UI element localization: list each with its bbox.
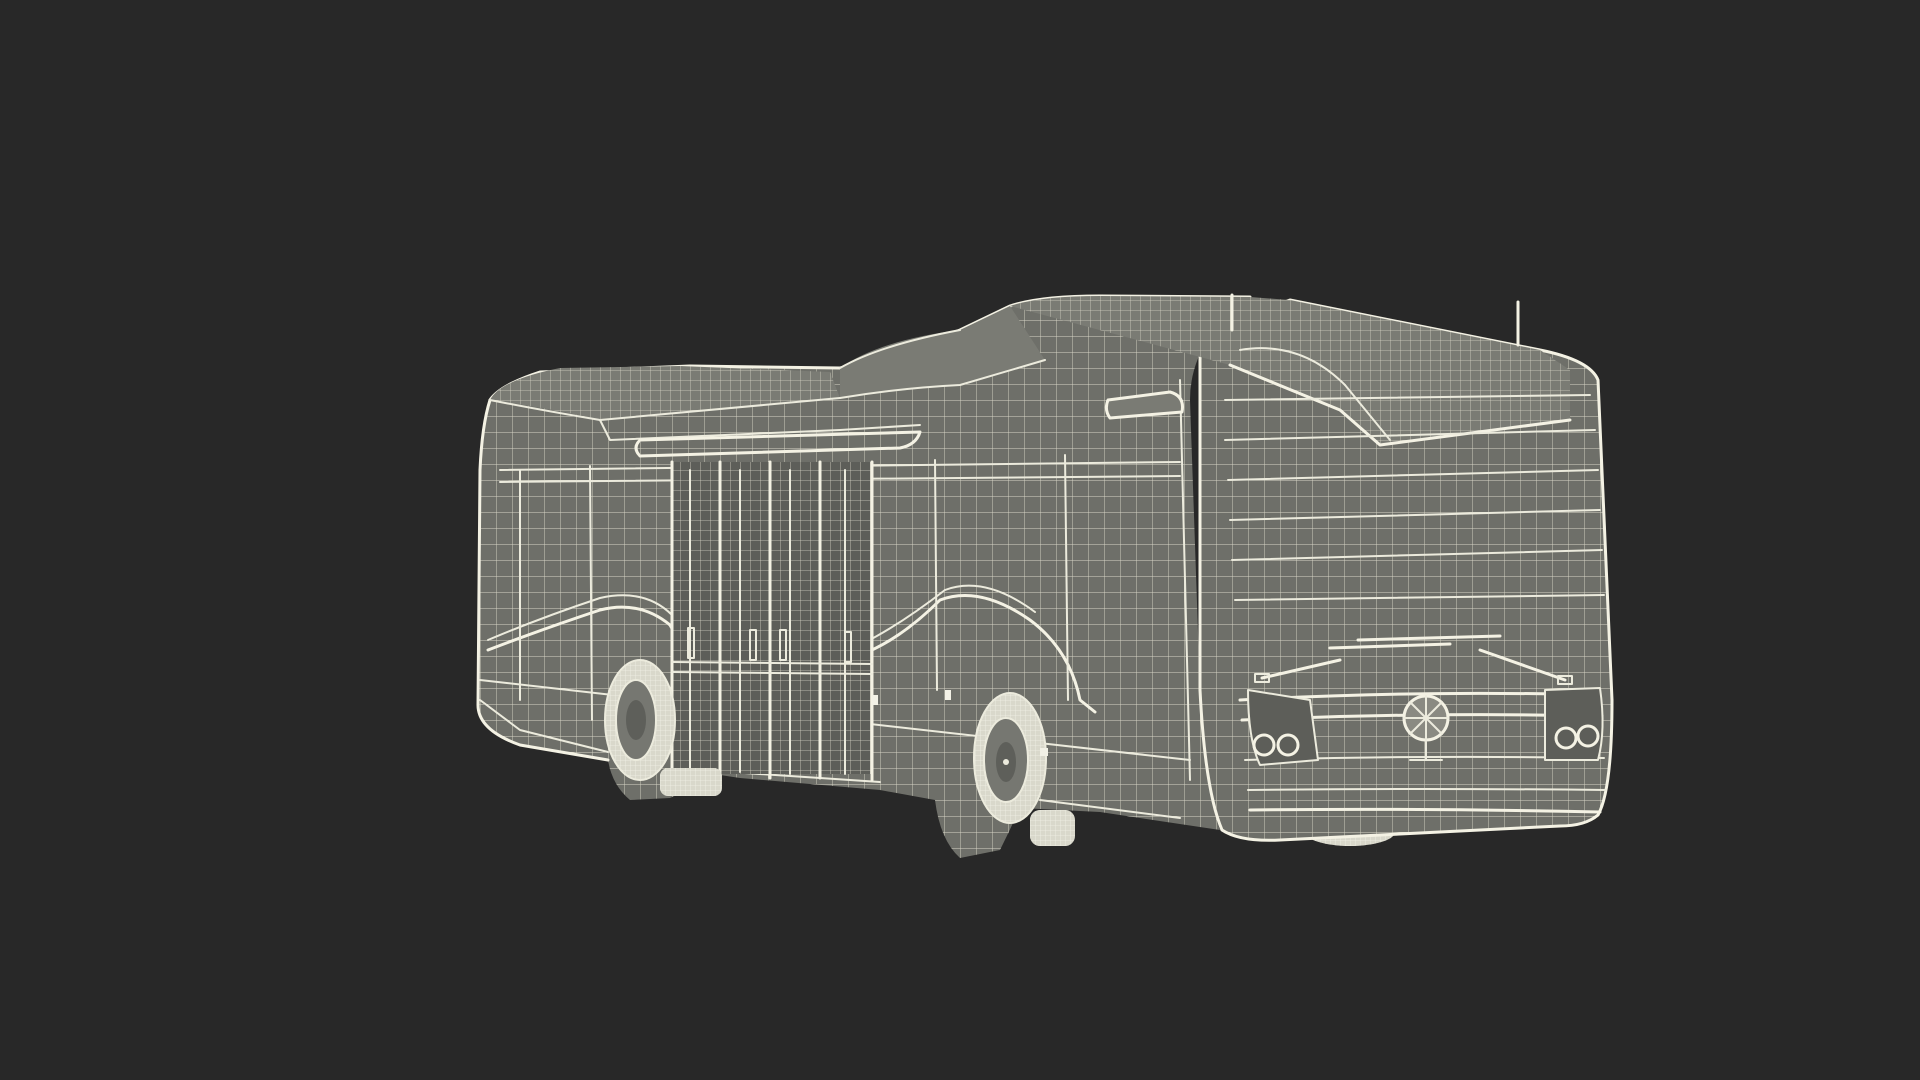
right-rear-light-cluster xyxy=(1544,687,1604,761)
render-viewport xyxy=(0,0,1920,1080)
wireframe-bus-model xyxy=(476,293,1614,858)
side-doors xyxy=(670,460,874,782)
left-rear-light-cluster xyxy=(1247,689,1319,766)
